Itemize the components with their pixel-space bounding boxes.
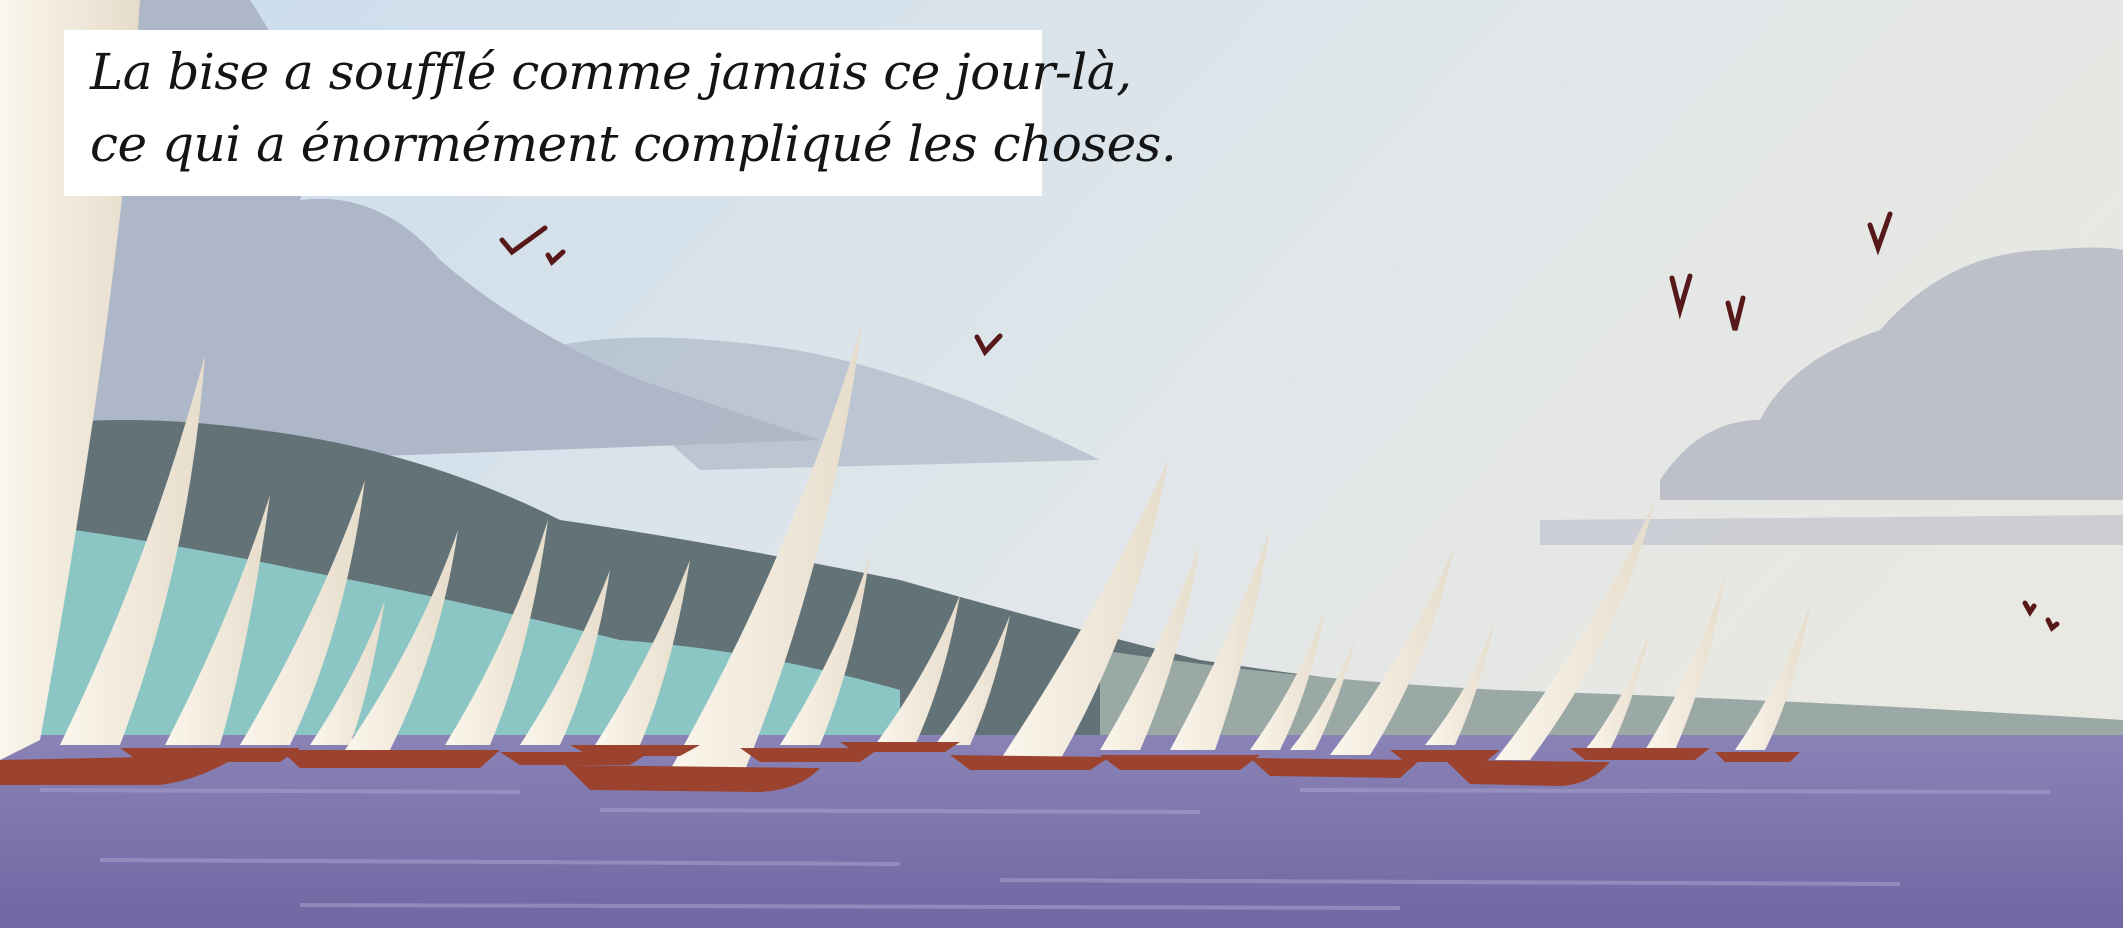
caption-line-1: La bise a soufflé comme jamais ce jour-l… <box>90 43 1132 101</box>
comic-panel: La bise a soufflé comme jamais ce jour-l… <box>0 0 2123 928</box>
caption-box: La bise a soufflé comme jamais ce jour-l… <box>64 30 1177 196</box>
caption-line-2: ce qui a énormément compliqué les choses… <box>90 115 1177 173</box>
